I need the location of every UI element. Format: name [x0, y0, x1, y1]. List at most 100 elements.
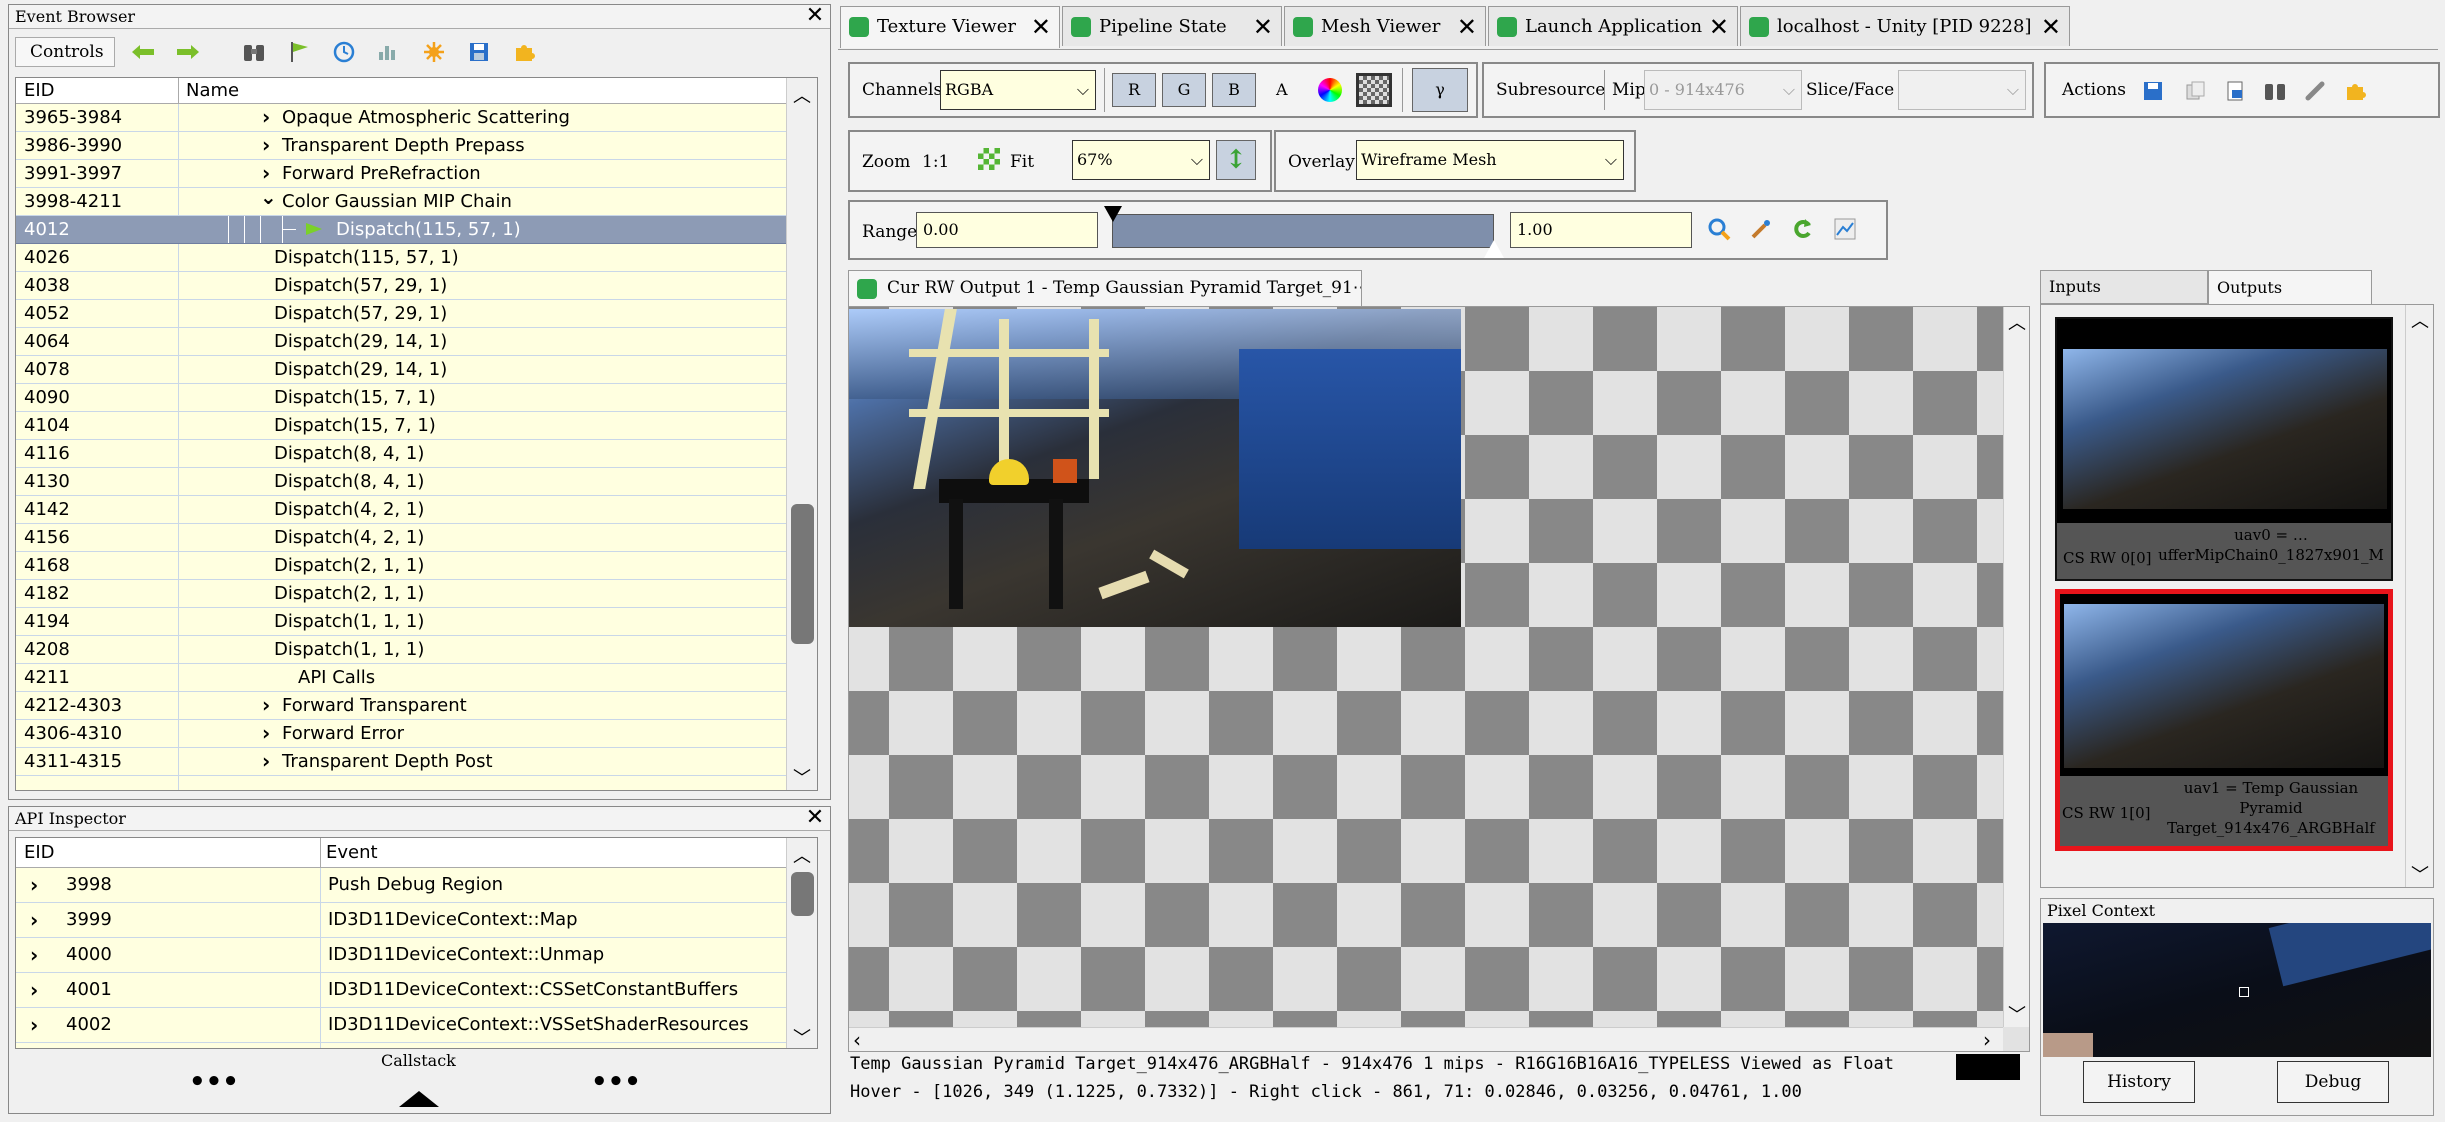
range-max-input[interactable]: 1.00: [1510, 212, 1692, 248]
link-icon[interactable]: [2298, 76, 2332, 106]
collapse-chevron-icon[interactable]: ⌄: [260, 184, 277, 211]
color-wheel-icon[interactable]: [1318, 78, 1342, 102]
col-name-header[interactable]: Name: [186, 78, 239, 104]
checkerboard-toggle-icon[interactable]: [1356, 73, 1392, 107]
scroll-up-icon[interactable]: ︿: [2411, 307, 2429, 333]
save-disk-icon[interactable]: [462, 37, 496, 67]
event-row[interactable]: 4156 Dispatch(4, 2, 1): [16, 524, 786, 552]
close-icon[interactable]: ✕: [804, 807, 826, 830]
callstack-label[interactable]: Callstack: [381, 1051, 456, 1070]
expand-chevron-icon[interactable]: ›: [30, 1008, 38, 1042]
event-row[interactable]: 4142 Dispatch(4, 2, 1): [16, 496, 786, 524]
tab-mesh-viewer[interactable]: Mesh Viewer ✕: [1284, 6, 1486, 46]
event-row[interactable]: 4052 Dispatch(57, 29, 1): [16, 300, 786, 328]
channel-r-toggle[interactable]: R: [1112, 73, 1156, 107]
event-row[interactable]: 4038 Dispatch(57, 29, 1): [16, 272, 786, 300]
scroll-up-icon[interactable]: ︿: [2008, 309, 2026, 335]
fit-button[interactable]: Fit: [1010, 152, 1034, 172]
viewport-vscroll[interactable]: ︿ ﹀: [2003, 307, 2029, 1027]
fit-icon[interactable]: [978, 148, 1000, 170]
channel-a-toggle[interactable]: A: [1276, 80, 1288, 99]
api-list-scrollbar[interactable]: ︿ ﹀: [786, 838, 817, 1048]
overlay-select[interactable]: Wireframe Mesh ⌵: [1356, 140, 1624, 180]
expand-up-icon[interactable]: [399, 1091, 439, 1107]
scroll-down-icon[interactable]: ﹀: [793, 764, 811, 790]
event-tree-scrollbar[interactable]: ︿ ﹀: [786, 78, 817, 790]
event-row[interactable]: 4182 Dispatch(2, 1, 1): [16, 580, 786, 608]
scroll-down-icon[interactable]: ﹀: [2411, 861, 2429, 887]
slice-face-select[interactable]: ⌵: [1898, 70, 2026, 110]
close-icon[interactable]: ✕: [1457, 7, 1477, 47]
event-row[interactable]: 4208 Dispatch(1, 1, 1): [16, 636, 786, 664]
debug-button[interactable]: Debug: [2277, 1061, 2389, 1103]
event-row[interactable]: 4012 Dispatch(115, 57, 1): [16, 216, 786, 244]
event-row[interactable]: 4090 Dispatch(15, 7, 1): [16, 384, 786, 412]
range-white-handle[interactable]: [1484, 240, 1504, 258]
expand-chevron-icon[interactable]: ›: [30, 973, 38, 1007]
channel-g-toggle[interactable]: G: [1162, 73, 1206, 107]
tab-localhost-unity[interactable]: localhost - Unity [PID 9228] ✕: [1740, 6, 2070, 46]
event-row[interactable]: 3986-3990 › Transparent Depth Prepass: [16, 132, 786, 160]
event-row[interactable]: 3998-4211 ⌄ Color Gaussian MIP Chain: [16, 185, 786, 216]
open-texture-icon[interactable]: [2218, 76, 2252, 106]
scroll-down-icon[interactable]: ﹀: [793, 1024, 811, 1048]
reset-range-icon[interactable]: [1786, 214, 1820, 244]
api-call-row[interactable]: › 4002 ID3D11DeviceContext::VSSetShaderRes…: [16, 1008, 786, 1043]
expand-chevron-icon[interactable]: ›: [262, 104, 270, 131]
scroll-up-icon[interactable]: ︿: [793, 82, 811, 108]
event-row[interactable]: 3965-3984 › Opaque Atmospheric Scattering: [16, 104, 786, 132]
expand-chevron-icon[interactable]: ›: [262, 160, 270, 187]
thumbnail-item-selected[interactable]: CS RW 1[0] uav1 = Temp Gaussian Pyramid …: [2055, 589, 2393, 851]
event-row[interactable]: 4168 Dispatch(2, 1, 1): [16, 552, 786, 580]
tab-texture-viewer[interactable]: Texture Viewer ✕: [840, 6, 1060, 48]
api-col-eid-header[interactable]: EID: [24, 838, 55, 868]
expand-chevron-icon[interactable]: ›: [262, 132, 270, 159]
mip-select[interactable]: 0 - 914x476 ⌵: [1644, 70, 1802, 110]
expand-chevron-icon[interactable]: ›: [262, 748, 270, 775]
channels-select[interactable]: RGBA ⌵: [940, 70, 1096, 110]
scroll-left-icon[interactable]: ‹: [853, 1028, 861, 1051]
close-icon[interactable]: ✕: [1031, 7, 1051, 47]
puzzle-icon[interactable]: [2338, 76, 2372, 106]
zoom-magnifier-icon[interactable]: [1702, 214, 1736, 244]
event-row[interactable]: 4104 Dispatch(15, 7, 1): [16, 412, 786, 440]
forward-arrow-icon[interactable]: [171, 37, 205, 67]
chart-icon[interactable]: [372, 37, 406, 67]
tab-pipeline-state[interactable]: Pipeline State ✕: [1062, 6, 1282, 46]
scroll-thumb[interactable]: [791, 504, 814, 644]
expand-chevron-icon[interactable]: ›: [262, 692, 270, 719]
viewport-hscroll[interactable]: ‹ ›: [849, 1027, 2003, 1051]
col-eid-header[interactable]: EID: [24, 78, 55, 104]
api-call-row[interactable]: › 3999 ID3D11DeviceContext::Map: [16, 903, 786, 938]
event-row[interactable]: 4130 Dispatch(8, 4, 1): [16, 468, 786, 496]
save-texture-icon[interactable]: [2136, 76, 2170, 106]
scroll-right-icon[interactable]: ›: [1983, 1028, 1991, 1051]
find-binoculars-icon[interactable]: [2258, 76, 2292, 106]
event-row[interactable]: 4116 Dispatch(8, 4, 1): [16, 440, 786, 468]
zoom-select[interactable]: 67% ⌵: [1072, 140, 1210, 180]
scroll-up-icon[interactable]: ︿: [793, 842, 811, 868]
callstack-dots-left[interactable]: •••: [189, 1067, 239, 1097]
api-call-row[interactable]: › 4000 ID3D11DeviceContext::Unmap: [16, 938, 786, 973]
api-call-row[interactable]: › 4001 ID3D11DeviceContext::CSSetConstantB…: [16, 973, 786, 1008]
puzzle-icon[interactable]: [507, 37, 541, 67]
thumbnail-scrollbar[interactable]: ︿ ﹀: [2405, 305, 2433, 887]
event-row[interactable]: 4194 Dispatch(1, 1, 1): [16, 608, 786, 636]
event-row[interactable]: 4078 Dispatch(29, 14, 1): [16, 356, 786, 384]
api-call-row[interactable]: › 3998 Push Debug Region: [16, 868, 786, 903]
expand-chevron-icon[interactable]: ›: [30, 868, 38, 902]
back-arrow-icon[interactable]: [126, 37, 160, 67]
expand-chevron-icon[interactable]: ›: [262, 720, 270, 747]
zoom-1to1-button[interactable]: 1:1: [922, 152, 949, 172]
close-icon[interactable]: ✕: [1709, 7, 1729, 47]
event-row[interactable]: 4311-4315 › Transparent Depth Post: [16, 748, 786, 776]
inputs-tab[interactable]: Inputs: [2040, 270, 2208, 304]
callstack-dots-right[interactable]: •••: [591, 1067, 641, 1097]
expand-chevron-icon[interactable]: ›: [30, 903, 38, 937]
settings-star-icon[interactable]: [417, 37, 451, 67]
close-icon[interactable]: ✕: [804, 5, 826, 28]
close-icon[interactable]: ✕: [1253, 7, 1273, 47]
event-row[interactable]: 4212-4303 › Forward Transparent: [16, 692, 786, 720]
expand-chevron-icon[interactable]: ›: [30, 938, 38, 972]
thumbnail-item[interactable]: CS RW 0[0] uav0 = …ufferMipChain0_1827x9…: [2055, 317, 2393, 581]
